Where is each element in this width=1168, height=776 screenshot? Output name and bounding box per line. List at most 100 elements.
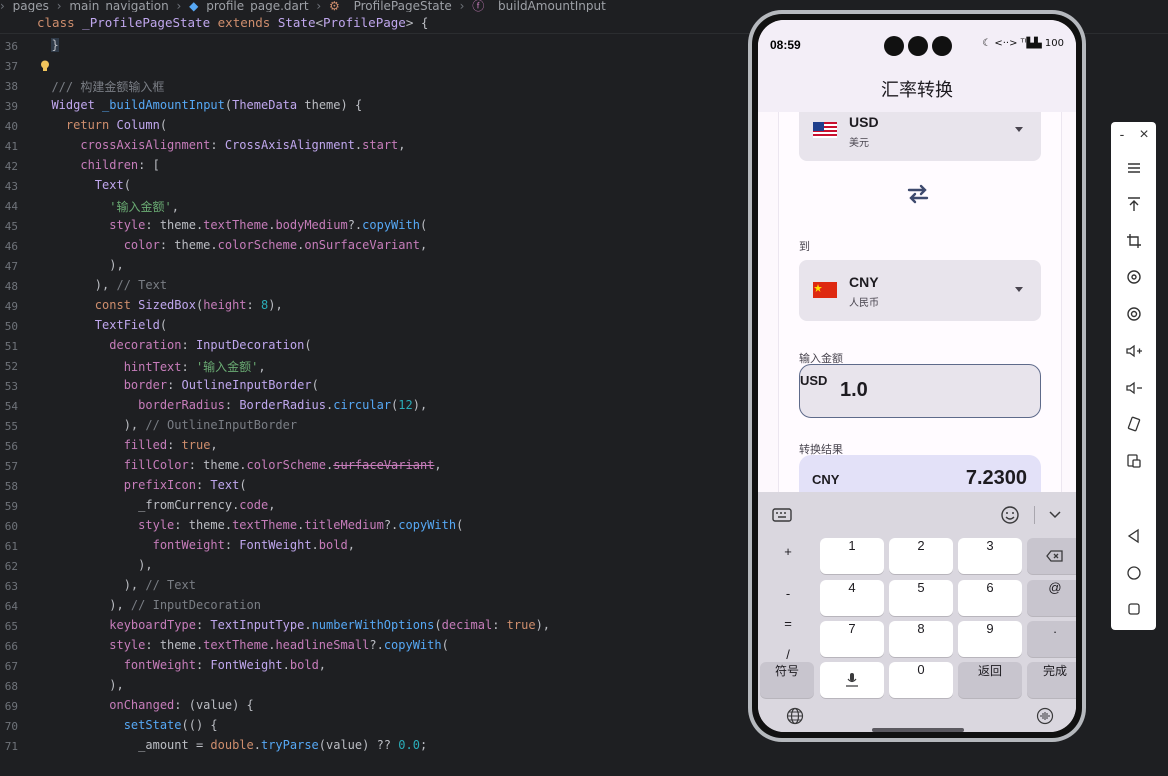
symbols-key[interactable]: 符号 bbox=[760, 662, 814, 698]
to-currency-code: CNY bbox=[849, 274, 879, 290]
line-number: 55 bbox=[4, 420, 18, 433]
code-line[interactable]: fillColor: theme.colorScheme.surfaceVari… bbox=[37, 458, 442, 478]
line-number: 65 bbox=[4, 620, 18, 633]
code-line[interactable]: const SizedBox(height: 8), bbox=[37, 298, 283, 318]
code-line[interactable]: style: theme.textTheme.titleMedium?.copy… bbox=[37, 518, 463, 538]
code-line[interactable]: return Column( bbox=[37, 118, 167, 138]
swap-icon[interactable] bbox=[904, 182, 932, 206]
crop-button[interactable] bbox=[1111, 231, 1156, 255]
line-number: 63 bbox=[4, 580, 18, 593]
code-line[interactable]: prefixIcon: Text( bbox=[37, 478, 247, 498]
code-line[interactable]: crossAxisAlignment: CrossAxisAlignment.s… bbox=[37, 138, 405, 158]
rotate-button[interactable] bbox=[1111, 414, 1156, 438]
code-line[interactable]: ), // Text bbox=[37, 278, 167, 298]
code-line[interactable]: color: theme.colorScheme.onSurfaceVarian… bbox=[37, 238, 427, 258]
code-line[interactable]: ), // OutlineInputBorder bbox=[37, 418, 297, 438]
key-4[interactable]: 4 bbox=[820, 580, 884, 616]
key-5[interactable]: 5 bbox=[889, 580, 953, 616]
code-line[interactable]: /// 构建金额输入框 bbox=[37, 78, 164, 98]
camera-icon bbox=[932, 36, 952, 56]
code-line[interactable]: children: [ bbox=[37, 158, 159, 178]
code-line[interactable]: ), bbox=[37, 258, 123, 278]
back-button[interactable] bbox=[1111, 526, 1156, 550]
code-line[interactable]: ), bbox=[37, 678, 123, 698]
keyboard-switch-icon[interactable] bbox=[772, 506, 792, 522]
menu-button[interactable] bbox=[1111, 158, 1156, 182]
home-button[interactable] bbox=[1111, 563, 1156, 587]
code-line[interactable]: keyboardType: TextInputType.numberWithOp… bbox=[37, 618, 550, 638]
code-line[interactable]: Widget _buildAmountInput(ThemeData theme… bbox=[37, 98, 362, 118]
result-card: CNY 7.2300 bbox=[799, 455, 1041, 492]
overview-button[interactable] bbox=[1111, 599, 1156, 623]
key-minus[interactable]: - bbox=[766, 586, 810, 601]
collapse-keyboard-icon[interactable] bbox=[1048, 509, 1062, 519]
volume-down-button[interactable] bbox=[1111, 378, 1156, 402]
code-line[interactable]: style: theme.textTheme.bodyMedium?.copyW… bbox=[37, 218, 427, 238]
line-number: 39 bbox=[4, 100, 18, 113]
globe-icon[interactable] bbox=[786, 707, 804, 725]
code-lines[interactable]: } /// 构建金额输入框 Widget _buildAmountInput(T… bbox=[37, 38, 737, 776]
minimize-button[interactable]: - bbox=[1111, 126, 1133, 150]
code-line[interactable]: borderRadius: BorderRadius.circular(12), bbox=[37, 398, 427, 418]
done-key[interactable]: 完成 bbox=[1027, 662, 1076, 698]
code-line[interactable]: '输入金额', bbox=[37, 198, 179, 218]
screenshot-button[interactable] bbox=[1111, 304, 1156, 328]
phone-screen[interactable]: 08:59 ☾ <··> ᵀᴵ▙▙ 100 汇率转换 USD 美元 到 CNY … bbox=[758, 20, 1076, 732]
code-line[interactable]: ), // InputDecoration bbox=[37, 598, 261, 618]
code-line[interactable]: decoration: InputDecoration( bbox=[37, 338, 311, 358]
code-line[interactable]: } bbox=[37, 38, 59, 58]
numeric-keyboard[interactable]: + - = / 1 2 3 4 5 6 @ 7 8 9 . 符号 0 返回 完成 bbox=[758, 492, 1076, 732]
menu-icon bbox=[1127, 163, 1140, 173]
key-equals[interactable]: = bbox=[766, 616, 810, 631]
voice-key[interactable] bbox=[820, 662, 884, 698]
code-line[interactable]: _amount = double.tryParse(value) ?? 0.0; bbox=[37, 738, 427, 758]
code-line[interactable]: onChanged: (value) { bbox=[37, 698, 254, 718]
code-line[interactable]: ), bbox=[37, 558, 152, 578]
key-3[interactable]: 3 bbox=[958, 538, 1022, 574]
page-title: 汇率转换 bbox=[881, 80, 953, 101]
voice-wave-icon[interactable] bbox=[1036, 707, 1054, 725]
key-0[interactable]: 0 bbox=[889, 662, 953, 698]
code-line[interactable]: ), // Text bbox=[37, 578, 196, 598]
code-line[interactable]: hintText: '输入金额', bbox=[37, 358, 266, 378]
to-currency-dropdown[interactable]: CNY 人民币 bbox=[799, 260, 1041, 321]
china-flag-icon bbox=[813, 282, 837, 298]
key-at[interactable]: @ bbox=[1027, 580, 1076, 616]
key-dot[interactable]: . bbox=[1027, 621, 1076, 657]
fold-button[interactable] bbox=[1111, 451, 1156, 475]
line-number: 61 bbox=[4, 540, 18, 553]
home-indicator[interactable] bbox=[872, 728, 964, 732]
code-line[interactable]: filled: true, bbox=[37, 438, 218, 458]
code-line[interactable]: setState(() { bbox=[37, 718, 218, 738]
key-1[interactable]: 1 bbox=[820, 538, 884, 574]
line-number: 69 bbox=[4, 700, 18, 713]
line-number: 47 bbox=[4, 260, 18, 273]
record-button[interactable] bbox=[1111, 267, 1156, 291]
key-slash[interactable]: / bbox=[766, 647, 810, 662]
amount-value[interactable]: 1.0 bbox=[840, 379, 868, 402]
from-currency-dropdown[interactable]: USD 美元 bbox=[799, 112, 1041, 161]
code-line[interactable]: fontWeight: FontWeight.bold, bbox=[37, 538, 355, 558]
key-6[interactable]: 6 bbox=[958, 580, 1022, 616]
amount-input[interactable]: USD 1.0 bbox=[799, 364, 1041, 418]
pin-top-button[interactable] bbox=[1111, 194, 1156, 218]
return-key[interactable]: 返回 bbox=[958, 662, 1022, 698]
emoji-icon[interactable] bbox=[1000, 505, 1020, 525]
converter-content[interactable]: USD 美元 到 CNY 人民币 输入金额 USD 1.0 转换结果 CNY 7… bbox=[758, 112, 1076, 492]
close-button[interactable]: × bbox=[1133, 126, 1155, 150]
code-line[interactable]: style: theme.textTheme.headlineSmall?.co… bbox=[37, 638, 449, 658]
key-7[interactable]: 7 bbox=[820, 621, 884, 657]
code-line[interactable]: _fromCurrency.code, bbox=[37, 498, 275, 518]
volume-up-button[interactable] bbox=[1111, 341, 1156, 365]
key-2[interactable]: 2 bbox=[889, 538, 953, 574]
key-9[interactable]: 9 bbox=[958, 621, 1022, 657]
code-line[interactable]: fontWeight: FontWeight.bold, bbox=[37, 658, 326, 678]
key-8[interactable]: 8 bbox=[889, 621, 953, 657]
pin-top-icon bbox=[1127, 197, 1140, 211]
backspace-key[interactable] bbox=[1027, 538, 1076, 574]
code-line[interactable]: Text( bbox=[37, 178, 131, 198]
code-line[interactable]: border: OutlineInputBorder( bbox=[37, 378, 319, 398]
app-bar: 汇率转换 bbox=[758, 62, 1076, 112]
code-line[interactable]: TextField( bbox=[37, 318, 167, 338]
key-plus[interactable]: + bbox=[766, 544, 810, 559]
